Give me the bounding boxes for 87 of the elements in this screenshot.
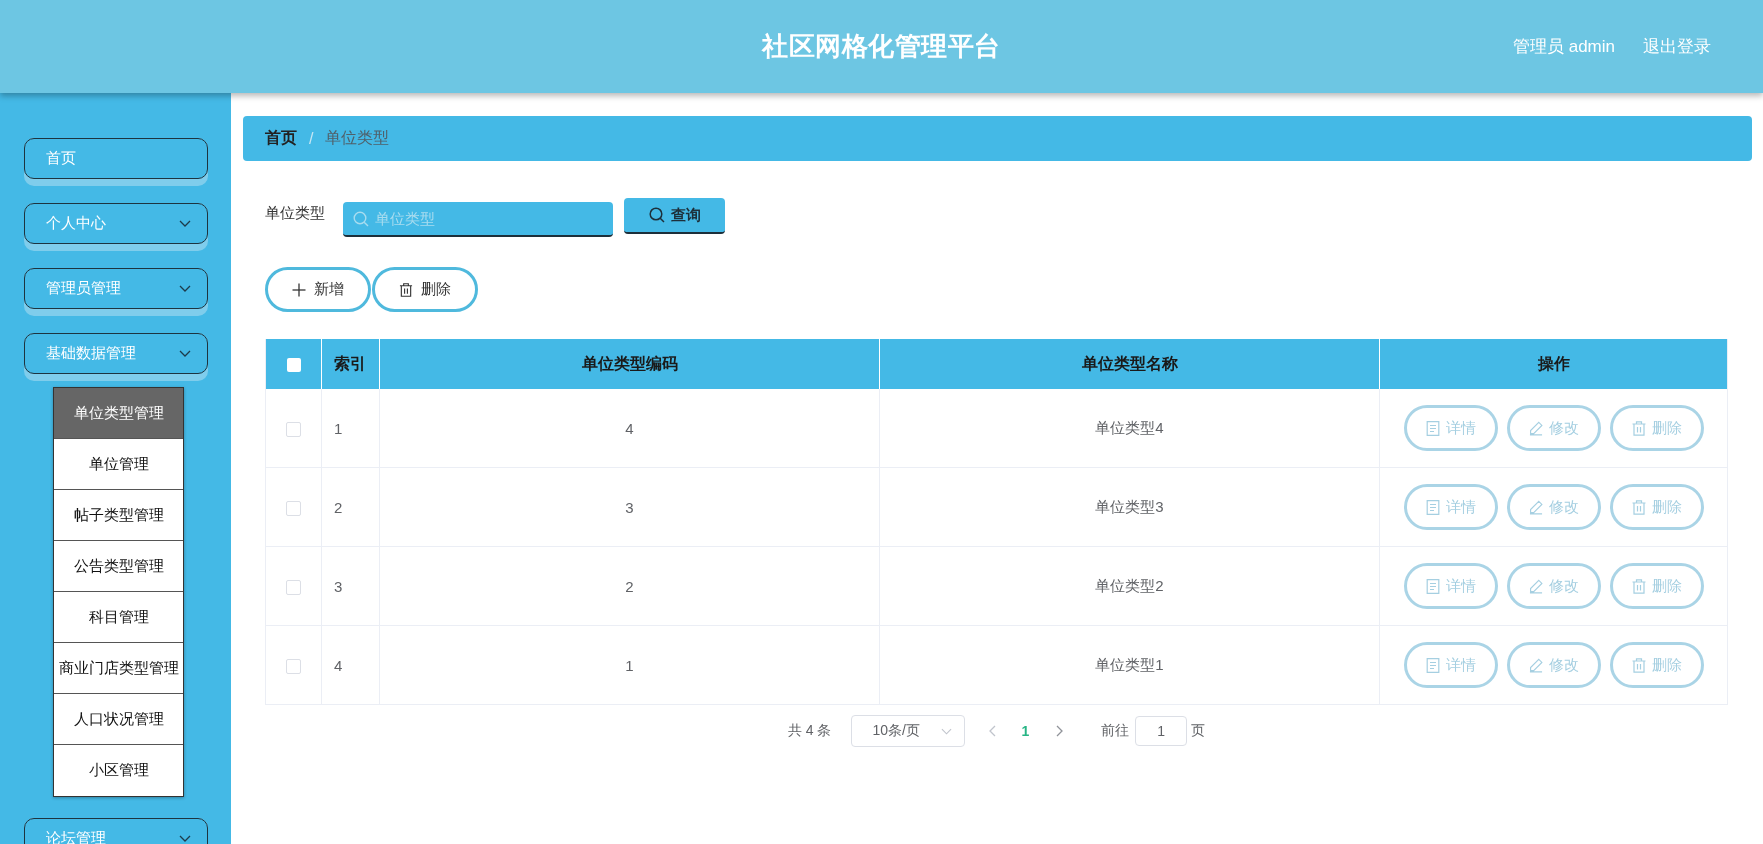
row-checkbox[interactable] xyxy=(286,658,301,674)
total-count: 共 4 条 xyxy=(787,722,832,740)
edit-button[interactable]: 修改 xyxy=(1506,484,1601,530)
goto-page-field[interactable]: 1 xyxy=(1135,716,1188,746)
sidebar-menu-item[interactable]: 管理员管理 xyxy=(24,268,208,316)
table-cell: 1 xyxy=(321,389,380,468)
detail-button[interactable]: 详情 xyxy=(1403,563,1498,609)
table-cell: 1 xyxy=(379,625,880,705)
detail-button[interactable]: 详情 xyxy=(1403,405,1498,451)
breadcrumb-separator: / xyxy=(309,129,314,148)
table-header-cell: 单位类型编码 xyxy=(379,339,880,389)
app-title: 社区网格化管理平台 xyxy=(762,30,1001,63)
row-delete-button[interactable]: 删除 xyxy=(1609,642,1704,688)
table-cell: 2 xyxy=(379,546,880,626)
table-header-cell: 索引 xyxy=(321,339,380,389)
search-field[interactable]: 单位类型 xyxy=(343,202,613,237)
chevron-down-icon xyxy=(179,285,191,292)
sidebar-menu-item[interactable]: 个人中心 xyxy=(24,203,208,251)
chevron-down-icon xyxy=(179,835,191,842)
chevron-left-icon xyxy=(989,725,997,737)
select-all-checkbox[interactable] xyxy=(286,357,301,372)
table-header-cell: 操作 xyxy=(1379,339,1728,389)
table-cell: 4 xyxy=(379,389,880,468)
submenu-item[interactable]: 人口状况管理 xyxy=(54,694,183,745)
submenu-item[interactable]: 公告类型管理 xyxy=(54,541,183,592)
goto-label: 前往 xyxy=(1101,722,1130,740)
pencil-icon xyxy=(1528,578,1543,594)
search-button[interactable]: 查询 xyxy=(624,198,725,234)
trash-icon xyxy=(1631,499,1646,515)
row-checkbox[interactable] xyxy=(286,500,301,516)
chevron-right-icon xyxy=(1056,725,1064,737)
page-number[interactable]: 1 xyxy=(1021,723,1030,739)
submenu-item[interactable]: 商业门店类型管理 xyxy=(54,643,183,694)
breadcrumb-link[interactable]: 首页 xyxy=(265,128,297,149)
detail-button[interactable]: 详情 xyxy=(1403,642,1498,688)
search-icon xyxy=(353,211,369,227)
edit-button[interactable]: 修改 xyxy=(1506,563,1601,609)
row-checkbox[interactable] xyxy=(286,579,301,595)
submenu-item[interactable]: 科目管理 xyxy=(54,592,183,643)
submenu-item[interactable]: 单位管理 xyxy=(54,439,183,490)
row-delete-button[interactable]: 删除 xyxy=(1609,405,1704,451)
user-label: 管理员 admin xyxy=(1512,36,1615,58)
trash-icon xyxy=(1631,420,1646,436)
search-label: 单位类型 xyxy=(265,203,325,223)
add-button[interactable]: 新增 xyxy=(265,267,371,312)
page-suffix: 页 xyxy=(1191,722,1206,740)
table-cell: 单位类型1 xyxy=(879,625,1380,705)
logout-link[interactable]: 退出登录 xyxy=(1643,35,1711,58)
page-size-select[interactable]: 10条/页 xyxy=(851,715,966,747)
chevron-down-icon xyxy=(179,350,191,357)
search-icon xyxy=(648,207,665,223)
row-checkbox[interactable] xyxy=(286,421,301,437)
table-cell: 单位类型2 xyxy=(879,546,1380,626)
submenu-item[interactable]: 帖子类型管理 xyxy=(54,490,183,541)
edit-button[interactable]: 修改 xyxy=(1506,405,1601,451)
trash-icon xyxy=(1631,657,1646,673)
table-cell: 单位类型4 xyxy=(879,389,1380,468)
document-icon xyxy=(1425,657,1440,673)
table-cell: 3 xyxy=(379,467,880,547)
row-delete-button[interactable]: 删除 xyxy=(1609,563,1704,609)
pencil-icon xyxy=(1528,499,1543,515)
edit-button[interactable]: 修改 xyxy=(1506,642,1601,688)
trash-icon xyxy=(399,282,413,297)
submenu-item[interactable]: 单位类型管理 xyxy=(54,388,183,439)
plus-icon xyxy=(292,282,306,297)
next-page-button[interactable] xyxy=(1056,725,1064,737)
delete-button[interactable]: 删除 xyxy=(372,267,478,312)
detail-button[interactable]: 详情 xyxy=(1403,484,1498,530)
table-header-cell: 单位类型名称 xyxy=(879,339,1380,389)
table-cell: 单位类型3 xyxy=(879,467,1380,547)
sidebar-menu-item[interactable]: 首页 xyxy=(24,138,208,186)
breadcrumb-current: 单位类型 xyxy=(325,128,390,148)
row-delete-button[interactable]: 删除 xyxy=(1609,484,1704,530)
document-icon xyxy=(1425,499,1440,515)
document-icon xyxy=(1425,420,1440,436)
pencil-icon xyxy=(1528,420,1543,436)
sidebar-menu-item[interactable]: 基础数据管理 xyxy=(24,333,208,381)
document-icon xyxy=(1425,578,1440,594)
table-cell: 2 xyxy=(321,467,380,547)
chevron-down-icon xyxy=(179,220,191,227)
submenu-item[interactable]: 小区管理 xyxy=(54,745,183,796)
trash-icon xyxy=(1631,578,1646,594)
chevron-down-icon xyxy=(941,727,953,735)
table-cell: 3 xyxy=(321,546,380,626)
previous-page-button[interactable] xyxy=(989,725,997,737)
table-cell: 4 xyxy=(321,625,380,705)
pencil-icon xyxy=(1528,657,1543,673)
